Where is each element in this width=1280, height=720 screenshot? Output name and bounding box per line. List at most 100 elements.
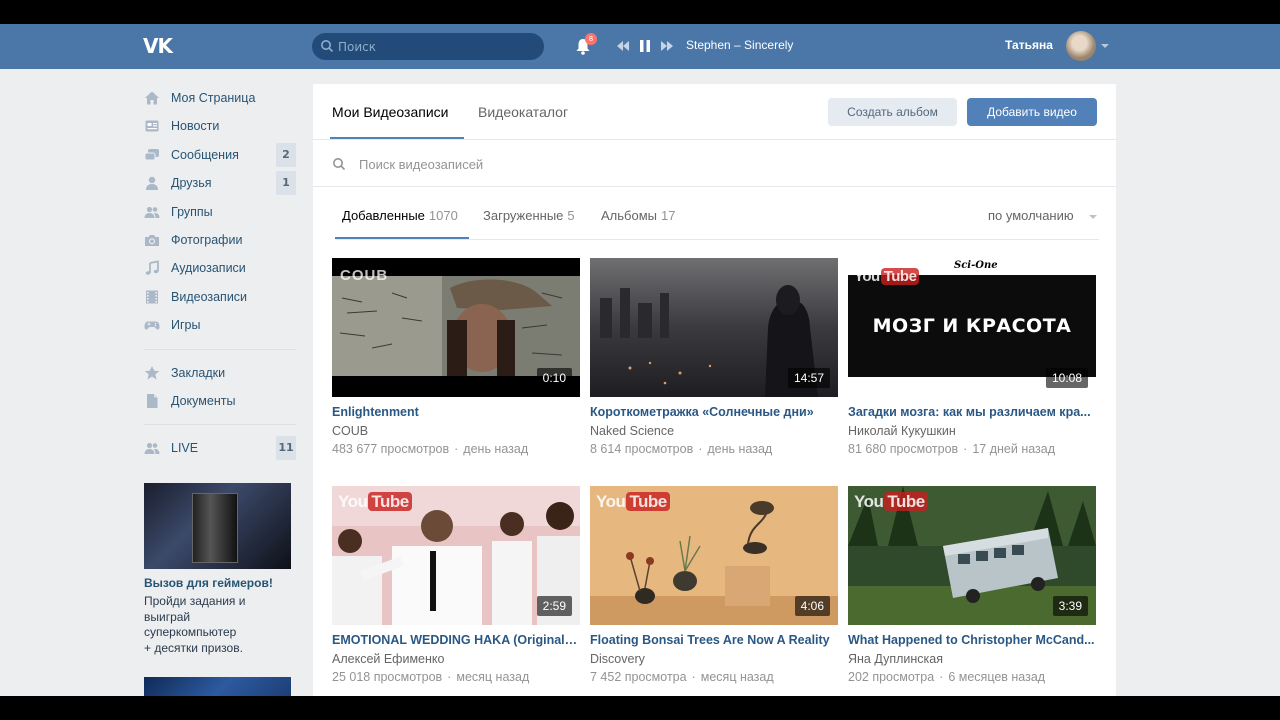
- video-title[interactable]: Загадки мозга: как мы различаем кра...: [848, 405, 1096, 419]
- video-author[interactable]: Discovery: [590, 652, 645, 666]
- subtab-label: Альбомы: [601, 208, 657, 223]
- video-meta: 81 680 просмотров · 17 дней назад: [848, 442, 1056, 456]
- video-title[interactable]: What Happened to Christopher McCand...: [848, 633, 1096, 647]
- video-title[interactable]: Floating Bonsai Trees Are Now A Reality: [590, 633, 838, 647]
- next-track-icon[interactable]: [659, 38, 675, 54]
- previous-track-icon[interactable]: [615, 38, 631, 54]
- video-date: 6 месяцев назад: [948, 670, 1046, 684]
- second-ad-image[interactable]: [144, 677, 291, 696]
- video-duration: 14:57: [787, 368, 830, 388]
- subtabs-divider: [335, 239, 1099, 240]
- video-card[interactable]: 14:57 Короткометражка «Солнечные дни» Na…: [590, 258, 838, 470]
- video-author[interactable]: Алексей Ефименко: [332, 652, 444, 666]
- video-meta: 8 614 просмотров · день назад: [590, 442, 773, 456]
- messages-icon: [144, 148, 159, 161]
- video-thumbnail[interactable]: COUB 0:10: [332, 258, 580, 397]
- ad-title[interactable]: Вызов для геймеров!: [144, 576, 294, 590]
- active-tab-indicator: [330, 137, 464, 139]
- create-album-button[interactable]: Создать альбом: [828, 98, 957, 126]
- tab-my-videos[interactable]: Мои Видеозаписи: [332, 104, 448, 120]
- video-title[interactable]: Короткометражка «Солнечные дни»: [590, 405, 838, 419]
- video-card[interactable]: You Tube 2:59 EMOTIONAL WEDDING HAKA (Ori…: [332, 486, 580, 696]
- video-title[interactable]: Enlightenment: [332, 405, 580, 419]
- chevron-down-icon[interactable]: [1089, 215, 1097, 219]
- global-search[interactable]: [312, 33, 544, 60]
- sidebar-item-games[interactable]: Игры: [140, 311, 300, 339]
- sidebar-item-label: Моя Страница: [171, 91, 256, 105]
- top-header: VK 8 Stephen – Sincerely Татьяна: [0, 24, 1280, 69]
- camera-icon: [145, 234, 159, 246]
- sci-one-logo: Sci-One: [954, 260, 998, 271]
- subtab-count: 5: [567, 208, 575, 223]
- video-thumbnail[interactable]: You Tube 3:39: [848, 486, 1096, 625]
- video-meta: 483 677 просмотров · день назад: [332, 442, 529, 456]
- global-search-input[interactable]: [338, 37, 538, 56]
- sidebar-item-label: Новости: [171, 119, 220, 134]
- document-icon: [147, 393, 158, 408]
- chevron-down-icon[interactable]: [1101, 44, 1109, 48]
- video-views: 202 просмотра: [848, 670, 935, 684]
- add-video-button[interactable]: Добавить видео: [967, 98, 1097, 126]
- now-playing-track[interactable]: Stephen – Sincerely: [686, 38, 793, 52]
- video-author[interactable]: Naked Science: [590, 424, 674, 438]
- groups-icon: [144, 443, 160, 455]
- youtube-watermark: You Tube: [596, 492, 670, 512]
- video-card[interactable]: You Tube 4:06 Floating Bonsai Trees Are N…: [590, 486, 838, 696]
- sidebar-item-label: Сообщения: [171, 147, 239, 162]
- tab-video-catalog[interactable]: Видеокаталог: [478, 104, 568, 120]
- subtab-added[interactable]: Добавленные 1070: [342, 208, 458, 223]
- youtube-watermark: You Tube: [854, 268, 920, 285]
- sort-dropdown[interactable]: по умолчанию: [988, 208, 1074, 223]
- news-icon: [145, 120, 159, 132]
- ad-text-line: суперкомпьютер: [144, 625, 237, 639]
- friend-requests-badge: 1: [276, 171, 296, 196]
- vk-logo[interactable]: VK: [143, 34, 179, 58]
- video-title[interactable]: EMOTIONAL WEDDING HAKA (Original V...: [332, 633, 580, 647]
- video-card[interactable]: You Tube 3:39 What Happened to Christophe…: [848, 486, 1096, 696]
- sidebar-item-videos[interactable]: Видеозаписи: [140, 283, 300, 311]
- video-thumbnail[interactable]: 14:57: [590, 258, 838, 397]
- video-author[interactable]: Яна Дуплинская: [848, 652, 943, 666]
- sidebar-item-label: Друзья: [171, 176, 212, 191]
- sidebar-item-label: Видеозаписи: [171, 289, 248, 304]
- pause-icon[interactable]: [637, 38, 653, 54]
- sidebar-divider: [144, 348, 296, 350]
- subtab-uploaded[interactable]: Загруженные 5: [483, 208, 575, 223]
- videos-panel: Мои Видеозаписи Видеокаталог Создать аль…: [313, 84, 1116, 696]
- video-thumbnail[interactable]: Sci-One You Tube МОЗГ И КРАСОТА 10:08: [848, 258, 1096, 397]
- groups-icon: [144, 206, 160, 218]
- sidebar-item-groups[interactable]: Группы: [140, 198, 300, 226]
- sidebar-item-friends[interactable]: Друзья 1: [140, 169, 300, 197]
- sidebar-item-photos[interactable]: Фотографии: [140, 226, 300, 254]
- top-tabs: Мои Видеозаписи Видеокаталог Создать аль…: [313, 84, 1116, 140]
- sidebar-item-messages[interactable]: Сообщения 2: [140, 141, 300, 169]
- video-card[interactable]: Sci-One You Tube МОЗГ И КРАСОТА 10:08 Заг…: [848, 258, 1096, 470]
- video-thumbnail[interactable]: You Tube 2:59: [332, 486, 580, 625]
- sidebar-item-news[interactable]: Новости: [140, 112, 300, 140]
- sidebar-item-my-page[interactable]: Моя Страница: [140, 84, 300, 112]
- video-author[interactable]: COUB: [332, 424, 368, 438]
- thumbnail-title-text: МОЗГ И КРАСОТА: [872, 315, 1072, 337]
- sidebar-item-label: Игры: [171, 318, 201, 333]
- live-count-badge: 11: [276, 436, 296, 461]
- sidebar-item-label: Аудиозаписи: [171, 261, 246, 276]
- search-icon: [321, 40, 334, 53]
- sidebar-item-label: Документы: [171, 393, 236, 408]
- sidebar-item-documents[interactable]: Документы: [140, 387, 300, 415]
- subtab-albums[interactable]: Альбомы 17: [601, 208, 675, 223]
- ad-image[interactable]: [144, 483, 291, 569]
- video-thumbnail[interactable]: You Tube 4:06: [590, 486, 838, 625]
- sidebar-item-live[interactable]: LIVE 11: [140, 434, 300, 462]
- sidebar-item-audio[interactable]: Аудиозаписи: [140, 254, 300, 282]
- sidebar-item-bookmarks[interactable]: Закладки: [140, 359, 300, 387]
- ad-text-line: выиграй: [144, 609, 191, 624]
- video-card[interactable]: COUB 0:10 Enlightenment COUB 483 677 про…: [332, 258, 580, 470]
- video-duration: 0:10: [536, 368, 572, 388]
- video-search-input[interactable]: [359, 154, 1059, 174]
- user-name[interactable]: Татьяна: [1005, 38, 1053, 52]
- video-author[interactable]: Николай Кукушкин: [848, 424, 956, 438]
- ad-text[interactable]: Пройди задания и выиграй суперкомпьютер …: [144, 594, 294, 656]
- video-duration: 4:06: [794, 596, 830, 616]
- video-views: 81 680 просмотров: [848, 442, 959, 456]
- avatar[interactable]: [1066, 31, 1096, 61]
